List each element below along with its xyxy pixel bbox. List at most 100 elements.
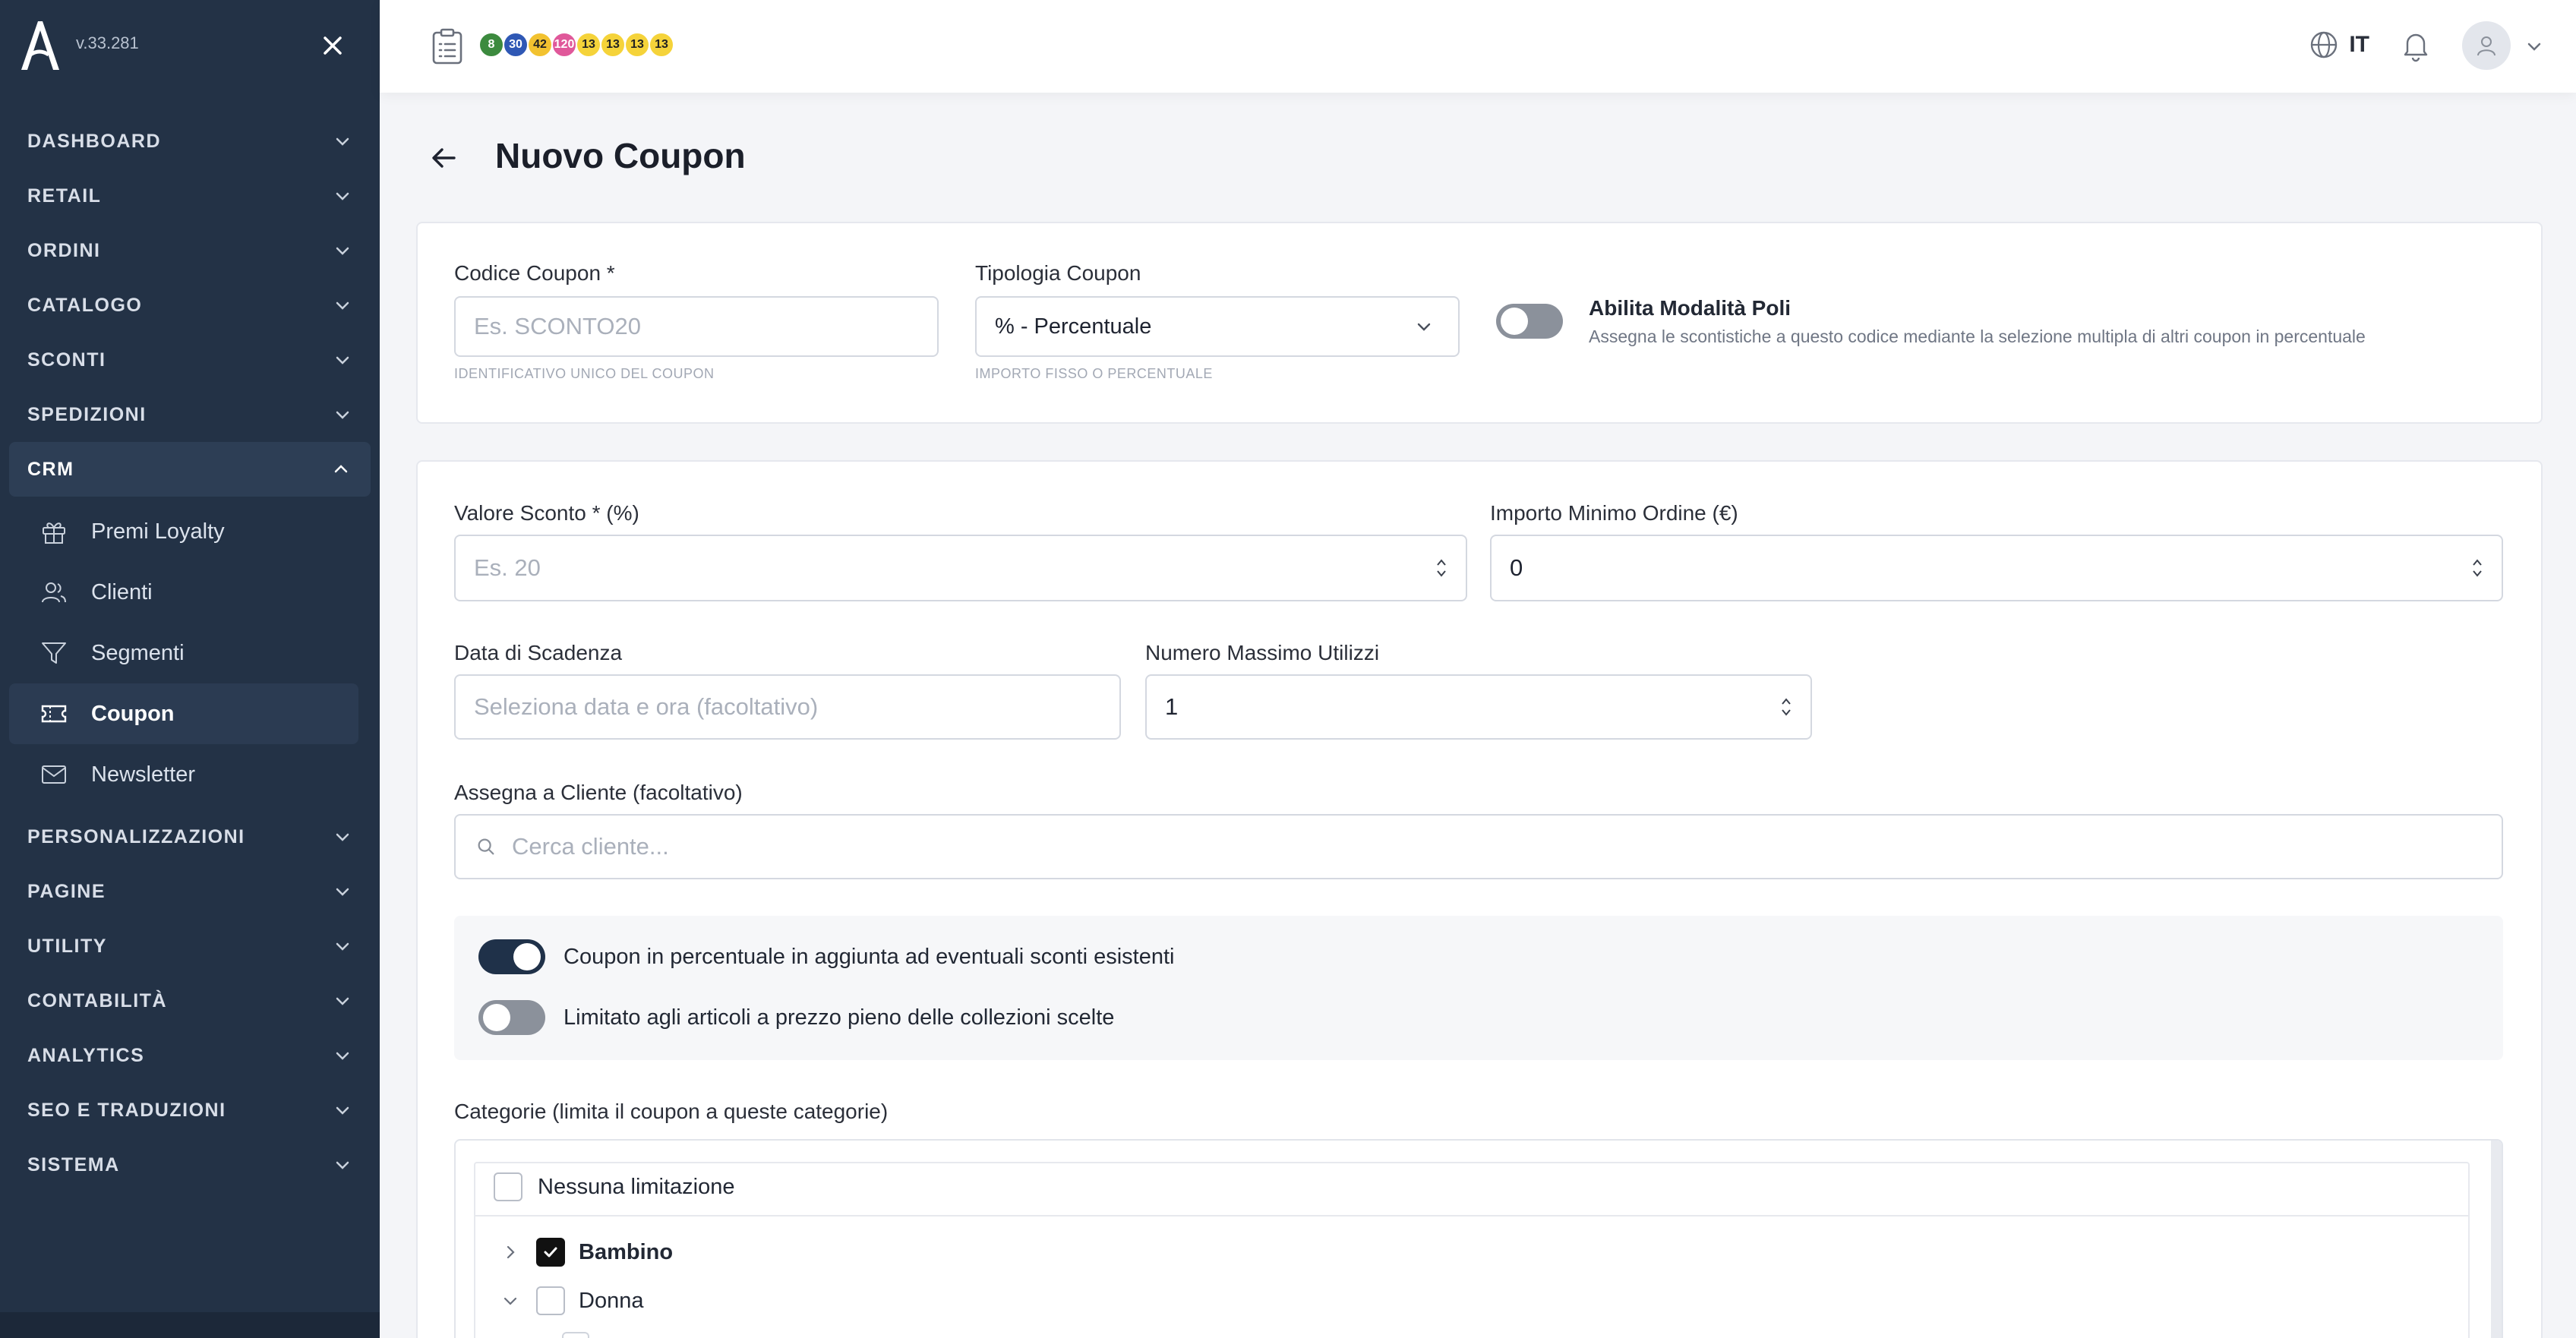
nav-utility[interactable]: UTILITY [0,919,380,974]
nav-catalogo[interactable]: CATALOGO [0,278,380,333]
category-label: Bambino [579,1239,674,1264]
chevron-down-icon [336,247,349,255]
sidebar-footer [0,1312,380,1338]
full-price-only-toggle[interactable] [478,1000,545,1035]
nav-analytics[interactable]: ANALYTICS [0,1028,380,1083]
nav-label: DASHBOARD [27,130,161,152]
nav-label: CATALOGO [27,294,143,316]
chevron-down-icon[interactable] [2524,36,2544,56]
poli-mode-toggle[interactable] [1496,304,1563,339]
bell-icon[interactable] [2400,29,2432,62]
checkbox[interactable] [494,1172,522,1201]
page-title: Nuovo Coupon [495,136,746,175]
close-sidebar-icon[interactable] [317,30,348,61]
sidebar-item-clienti[interactable]: Clienti [0,562,380,623]
code-hint: IDENTIFICATIVO UNICO DEL COUPON [454,366,715,381]
nav-dashboard[interactable]: DASHBOARD [0,114,380,169]
coupon-type-value: % - Percentuale [995,314,1152,339]
nav-label: PAGINE [27,880,106,902]
code-label: Codice Coupon * [454,261,615,285]
sidebar-item-coupon[interactable]: Coupon [9,683,358,744]
nav-retail[interactable]: RETAIL [0,169,380,223]
nav-spedizioni[interactable]: SPEDIZIONI [0,387,380,442]
customer-label: Assegna a Cliente (facoltativo) [454,781,743,804]
chevron-down-icon [336,137,349,146]
category-row[interactable]: Donna [501,1286,643,1315]
back-arrow-icon[interactable] [427,143,460,173]
chevron-down-icon [336,942,349,951]
crm-submenu: Premi Loyalty Clienti Segmenti Coupon Ne… [0,497,380,809]
coupon-code-placeholder: Es. SCONTO20 [474,313,641,339]
min-order-input[interactable]: 0 [1490,535,2503,601]
checkmark-icon [544,1247,557,1258]
sidebar-item-label: Segmenti [91,640,185,665]
type-hint: IMPORTO FISSO O PERCENTUALE [975,366,1213,381]
app-version: v.33.281 [76,33,139,52]
nav-label: SEO E TRADUZIONI [27,1099,226,1121]
nav-personalizzazioni[interactable]: PERSONALIZZAZIONI [0,809,380,864]
coupon-code-input[interactable]: Es. SCONTO20 [454,296,939,357]
nav-sconti[interactable]: SCONTI [0,333,380,387]
task-badges[interactable]: 8 30 42 120 13 13 13 13 [478,32,674,58]
checkbox-checked[interactable] [536,1238,565,1267]
max-uses-value: 1 [1165,693,1179,720]
max-uses-label: Numero Massimo Utilizzi [1145,641,1380,664]
customer-search-input[interactable]: Cerca cliente... [454,814,2503,879]
mail-icon [42,765,66,784]
gift-icon [43,522,65,544]
checkbox[interactable] [536,1286,565,1315]
nav-ordini[interactable]: ORDINI [0,223,380,278]
app-logo[interactable] [18,18,61,73]
spinner-icon[interactable] [1780,695,1792,719]
toggle-knob [1501,308,1528,335]
nav-pagine[interactable]: PAGINE [0,864,380,919]
options-panel [454,916,2503,1060]
nav-sistema[interactable]: SISTEMA [0,1138,380,1192]
category-none-label: Nessuna limitazione [538,1174,735,1199]
language-code: IT [2349,32,2369,57]
count-badge: 30 [503,32,529,58]
avatar[interactable] [2462,21,2511,70]
sidebar-item-segmenti[interactable]: Segmenti [0,623,380,683]
category-row[interactable]: Bambino [501,1238,673,1267]
count-badge: 13 [624,32,650,58]
sidebar-item-label: Premi Loyalty [91,519,225,544]
max-uses-input[interactable]: 1 [1145,674,1812,740]
nav-label: SISTEMA [27,1153,120,1175]
stack-discount-label: Coupon in percentuale in aggiunta ad eve… [564,945,1175,969]
chevron-down-icon[interactable] [501,1292,519,1310]
users-icon [42,582,66,603]
chevron-down-icon [336,997,349,1005]
discount-label: Valore Sconto * (%) [454,501,639,525]
chevron-down-icon [336,356,349,364]
clipboard-list-icon[interactable] [430,27,465,65]
coupon-type-select[interactable]: % - Percentuale [975,296,1460,357]
spinner-icon[interactable] [2471,556,2483,580]
nav-contabilita[interactable]: CONTABILITÀ [0,974,380,1028]
stack-discount-toggle[interactable] [478,939,545,974]
expiry-placeholder: Seleziona data e ora (facoltativo) [474,693,819,720]
filter-icon [42,642,66,664]
language-switcher[interactable]: IT [2308,29,2369,61]
chevron-right-icon[interactable] [501,1243,519,1261]
discount-value-input[interactable]: Es. 20 [454,535,1467,601]
sidebar: v.33.281 DASHBOARD RETAIL ORDINI CATALOG… [0,0,380,1338]
poli-mode-title: Abilita Modalità Poli [1589,296,1792,320]
checkbox[interactable] [562,1332,589,1338]
scrollbar[interactable] [2491,1141,2502,1338]
count-badge: 13 [576,32,601,58]
chevron-down-icon [336,192,349,200]
category-none-row[interactable]: Nessuna limitazione [494,1172,735,1201]
discount-placeholder: Es. 20 [474,554,541,581]
spinner-icon[interactable] [1435,556,1447,580]
poli-mode-description: Assegna le scontistiche a questo codice … [1589,327,2366,346]
expiry-date-input[interactable]: Seleziona data e ora (facoltativo) [454,674,1121,740]
count-badge: 120 [551,32,577,58]
sidebar-item-premi-loyalty[interactable]: Premi Loyalty [0,501,380,562]
customer-search-placeholder: Cerca cliente... [512,833,669,860]
sidebar-item-newsletter[interactable]: Newsletter [0,744,380,805]
sidebar-item-label: Clienti [91,579,153,604]
toggle-knob [513,943,541,970]
nav-seo-traduzioni[interactable]: SEO E TRADUZIONI [0,1083,380,1138]
nav-crm[interactable]: CRM [9,442,371,497]
